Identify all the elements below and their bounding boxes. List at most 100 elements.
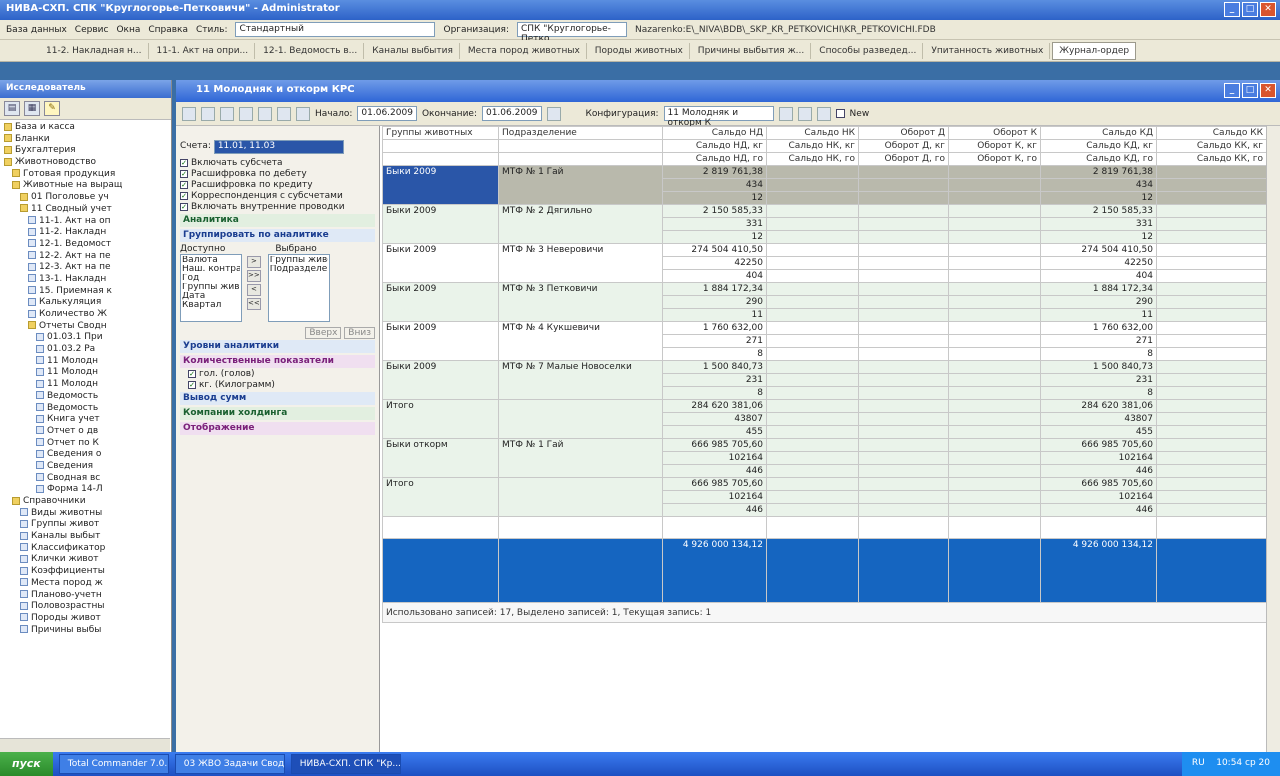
turnover-d-cell[interactable]	[858, 360, 949, 374]
saldo-nk-cell[interactable]	[766, 490, 859, 504]
tree-node[interactable]: Калькуляция	[4, 297, 167, 309]
tab-sposoby[interactable]: Способы разведед...	[813, 42, 924, 59]
check-debit[interactable]: ✓ Расшифровка по дебету	[180, 169, 375, 179]
saldo-kk-cell[interactable]	[1156, 490, 1266, 504]
table-row[interactable]: Итого 284 620 381,06 284 620 381,06	[382, 399, 1266, 439]
tree-node[interactable]: 11-1. Акт на оп	[4, 216, 167, 228]
tree-node[interactable]: Сводная вс	[4, 473, 167, 485]
tree-node[interactable]: Справочники	[4, 496, 167, 508]
saldo-nk-cell[interactable]	[766, 477, 859, 491]
chart-icon[interactable]	[797, 106, 812, 121]
saldo-nk-cell[interactable]	[766, 347, 859, 361]
check-credit[interactable]: ✓ Расшифровка по кредиту	[180, 180, 375, 190]
saldo-nk-cell[interactable]	[766, 204, 859, 218]
saldo-nk-cell[interactable]	[766, 282, 859, 296]
turnover-d-cell[interactable]	[858, 490, 949, 504]
turnover-d-cell[interactable]	[858, 334, 949, 348]
column-header[interactable]: Оборот К	[948, 126, 1041, 140]
saldo-kd-cell[interactable]: 1 760 632,00	[1040, 321, 1157, 335]
section-levels[interactable]: Уровни аналитики	[180, 340, 375, 353]
turnover-k-cell[interactable]	[948, 503, 1041, 517]
move-all-left-button[interactable]: <<	[246, 298, 261, 310]
section-holding[interactable]: Компании холдинга	[180, 407, 375, 420]
turnover-d-cell[interactable]	[858, 373, 949, 387]
style-select[interactable]: Стандартный	[235, 22, 436, 37]
saldo-nk-cell[interactable]	[766, 256, 859, 270]
column-header[interactable]: Оборот Д	[858, 126, 949, 140]
menu-windows[interactable]: Окна	[116, 25, 140, 35]
table-row[interactable]: Быки 2009 МТФ № 4 Кукшевичи 1 760 632,00 1 …	[382, 321, 1266, 361]
column-header[interactable]: Оборот К, кг	[948, 139, 1041, 153]
turnover-d-cell[interactable]	[858, 217, 949, 231]
start-button[interactable]: пуск	[0, 752, 53, 776]
saldo-kd-cell[interactable]: 274 504 410,50	[1040, 243, 1157, 257]
saldo-nd-cell[interactable]: 12	[662, 230, 767, 244]
saldo-nd-cell[interactable]: 666 985 705,60	[662, 477, 767, 491]
group-cell[interactable]: Быки 2009	[382, 282, 499, 322]
turnover-d-cell[interactable]	[858, 399, 949, 413]
saldo-nd-cell[interactable]: 102164	[662, 490, 767, 504]
column-header[interactable]: Сальдо НК, кг	[766, 139, 859, 153]
check-kg[interactable]: ✓ кг. (Килограмм)	[188, 380, 375, 390]
tree-node[interactable]: 12-3. Акт на пе	[4, 262, 167, 274]
minimize-button[interactable]: _	[1224, 2, 1240, 17]
table-row[interactable]: Быки откорм МТФ № 1 Гай 666 985 705,60 666 …	[382, 438, 1266, 478]
saldo-nd-cell[interactable]: 666 985 705,60	[662, 438, 767, 452]
save-config-icon[interactable]	[778, 106, 793, 121]
division-cell[interactable]: МТФ № 1 Гай	[498, 165, 663, 205]
export-icon[interactable]	[816, 106, 831, 121]
saldo-nk-cell[interactable]	[766, 230, 859, 244]
tree-node[interactable]: 11 Молодн	[4, 356, 167, 368]
tree-node[interactable]: 11 Молодн	[4, 379, 167, 391]
saldo-kd-cell[interactable]: 8	[1040, 386, 1157, 400]
calendar-icon[interactable]	[546, 106, 561, 121]
saldo-nk-cell[interactable]	[766, 464, 859, 478]
turnover-k-cell[interactable]	[948, 425, 1041, 439]
report-minimize-button[interactable]: _	[1224, 83, 1240, 98]
saldo-nd-cell[interactable]: 290	[662, 295, 767, 309]
turnover-d-cell[interactable]	[858, 230, 949, 244]
saldo-kk-cell[interactable]	[1156, 191, 1266, 205]
saldo-nd-cell[interactable]: 2 819 761,38	[662, 165, 767, 179]
column-header[interactable]: Сальдо НД, го	[662, 152, 767, 166]
saldo-nk-cell[interactable]	[766, 360, 859, 374]
available-list[interactable]: Валюта Наш. контраг Год Группы живо Дата Ква…	[180, 254, 242, 322]
tree-node[interactable]: База и касса	[4, 122, 167, 134]
saldo-nd-cell[interactable]: 102164	[662, 451, 767, 465]
column-header[interactable]: Подразделение	[498, 126, 663, 140]
saldo-kd-cell[interactable]: 8	[1040, 347, 1157, 361]
saldo-nd-cell[interactable]: 12	[662, 191, 767, 205]
saldo-nk-cell[interactable]	[766, 451, 859, 465]
turnover-k-cell[interactable]	[948, 477, 1041, 491]
saldo-kd-cell[interactable]: 271	[1040, 334, 1157, 348]
saldo-kd-cell[interactable]: 1 500 840,73	[1040, 360, 1157, 374]
turnover-k-cell[interactable]	[948, 178, 1041, 192]
group-cell[interactable]: Итого	[382, 399, 499, 439]
tree-node[interactable]: Книга учет	[4, 414, 167, 426]
tree-node[interactable]: Отчеты Сводн	[4, 321, 167, 333]
saldo-nk-cell[interactable]	[766, 308, 859, 322]
column-header[interactable]: Сальдо НД	[662, 126, 767, 140]
tree-node[interactable]: Породы живот	[4, 613, 167, 625]
section-analytics[interactable]: Аналитика	[180, 214, 375, 227]
saldo-nk-cell[interactable]	[766, 438, 859, 452]
turnover-d-cell[interactable]	[858, 412, 949, 426]
new-checkbox[interactable]	[835, 109, 845, 118]
saldo-nd-cell[interactable]: 11	[662, 308, 767, 322]
saldo-kk-cell[interactable]	[1156, 438, 1266, 452]
saldo-nd-cell[interactable]: 446	[662, 503, 767, 517]
tree-node[interactable]: Бланки	[4, 134, 167, 146]
grand-total-row[interactable]: 4 926 000 134,12 4 926 000 134,12	[382, 538, 1266, 603]
saldo-nk-cell[interactable]	[766, 399, 859, 413]
saldo-nk-cell[interactable]	[766, 412, 859, 426]
division-cell[interactable]: МТФ № 7 Малые Новоселки	[498, 360, 663, 400]
saldo-kd-cell[interactable]: 434	[1040, 178, 1157, 192]
menu-service[interactable]: Сервис	[75, 25, 109, 35]
turnover-d-cell[interactable]	[858, 269, 949, 283]
column-header[interactable]	[382, 152, 499, 166]
section-display[interactable]: Отображение	[180, 422, 375, 435]
tree-node[interactable]: Сведения о	[4, 449, 167, 461]
turnover-d-cell[interactable]	[858, 308, 949, 322]
turnover-d-cell[interactable]	[858, 295, 949, 309]
turnover-k-cell[interactable]	[948, 334, 1041, 348]
